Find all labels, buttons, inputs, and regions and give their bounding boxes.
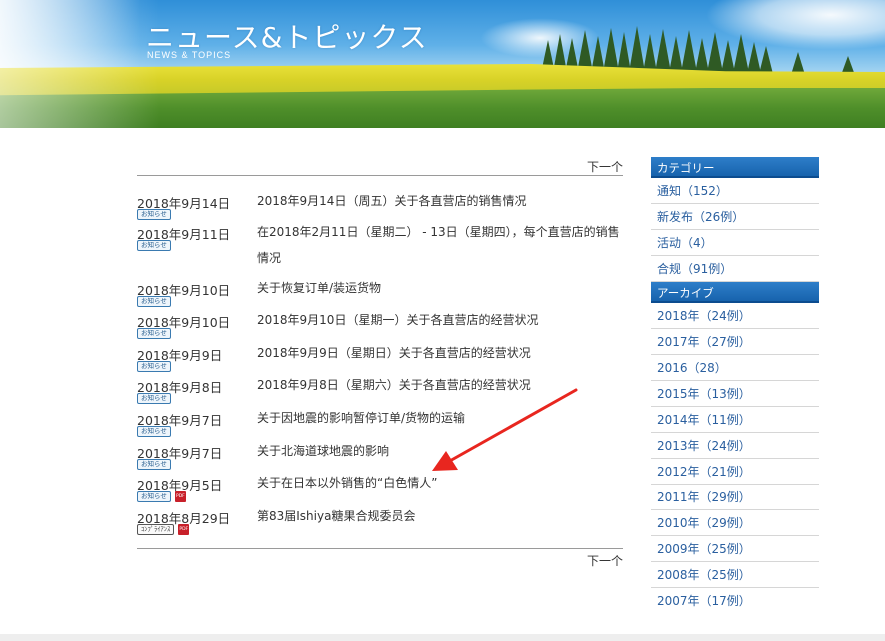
news-title-link[interactable]: 关于因地震的影响暂停订单/货物的运输 — [257, 405, 623, 431]
archive-link[interactable]: 2016（28） — [651, 355, 819, 381]
archive-link[interactable]: 2013年（24例） — [651, 433, 819, 459]
notice-badge: お知らせ — [137, 426, 171, 437]
category-link[interactable]: 通知（152） — [651, 178, 819, 204]
news-title-link[interactable]: 关于在日本以外销售的“白色情人” — [257, 470, 623, 496]
category-link[interactable]: 合规（91例） — [651, 256, 819, 282]
category-link[interactable]: 活动（4） — [651, 230, 819, 256]
footer-strip — [0, 634, 885, 641]
news-title-link[interactable]: 关于北海道球地震的影响 — [257, 438, 623, 464]
header-banner: ニュース&トピックス NEWS & TOPICS — [0, 0, 885, 128]
category-link[interactable]: 新发布（26例） — [651, 204, 819, 230]
archive-link[interactable]: 2011年（29例） — [651, 484, 819, 510]
compliance-badge: ｺﾝﾌﾟﾗｲｱﾝｽ — [137, 524, 175, 535]
archive-link[interactable]: 2018年（24例） — [651, 303, 819, 329]
notice-badge: お知らせ — [137, 240, 171, 251]
news-title-link[interactable]: 第83届Ishiya糖果合规委员会 — [257, 503, 623, 529]
next-page-link[interactable]: 下一个 — [587, 158, 623, 175]
notice-badge: お知らせ — [137, 361, 171, 372]
archive-link[interactable]: 2010年（29例） — [651, 510, 819, 536]
pager-top: 下一个 — [137, 157, 623, 176]
news-title-link[interactable]: 2018年9月14日（周五）关于各直营店的销售情况 — [257, 188, 623, 214]
pdf-icon[interactable]: PDF — [174, 491, 186, 502]
pager-bottom: 下一个 — [137, 548, 623, 568]
archive-link[interactable]: 2007年（17例） — [651, 588, 819, 614]
news-title-link[interactable]: 在2018年2月11日（星期二） - 13日（星期四），每个直营店的销售情况 — [257, 219, 623, 271]
notice-badge: お知らせ — [137, 491, 171, 502]
news-title-link[interactable]: 关于恢复订单/装运货物 — [257, 275, 623, 301]
news-title-link[interactable]: 2018年9月10日（星期一）关于各直营店的经营状况 — [257, 307, 623, 333]
page-subtitle: NEWS & TOPICS — [147, 50, 232, 60]
notice-badge: お知らせ — [137, 296, 171, 307]
archive-link[interactable]: 2017年（27例） — [651, 329, 819, 355]
notice-badge: お知らせ — [137, 459, 171, 470]
archive-link[interactable]: 2012年（21例） — [651, 459, 819, 485]
next-page-link[interactable]: 下一个 — [587, 552, 623, 569]
category-heading: カテゴリー — [651, 157, 819, 178]
archive-link[interactable]: 2009年（25例） — [651, 536, 819, 562]
archive-link[interactable]: 2014年（11例） — [651, 407, 819, 433]
notice-badge: お知らせ — [137, 328, 171, 339]
notice-badge: お知らせ — [137, 393, 171, 404]
archive-heading: アーカイブ — [651, 282, 819, 303]
notice-badge: お知らせ — [137, 209, 171, 220]
pdf-icon[interactable]: PDF — [178, 524, 190, 535]
archive-link[interactable]: 2015年（13例） — [651, 381, 819, 407]
news-title-link[interactable]: 2018年9月8日（星期六）关于各直营店的经营状况 — [257, 372, 623, 398]
news-title-link[interactable]: 2018年9月9日（星期日）关于各直营店的经营状况 — [257, 340, 623, 366]
archive-link[interactable]: 2008年（25例） — [651, 562, 819, 588]
